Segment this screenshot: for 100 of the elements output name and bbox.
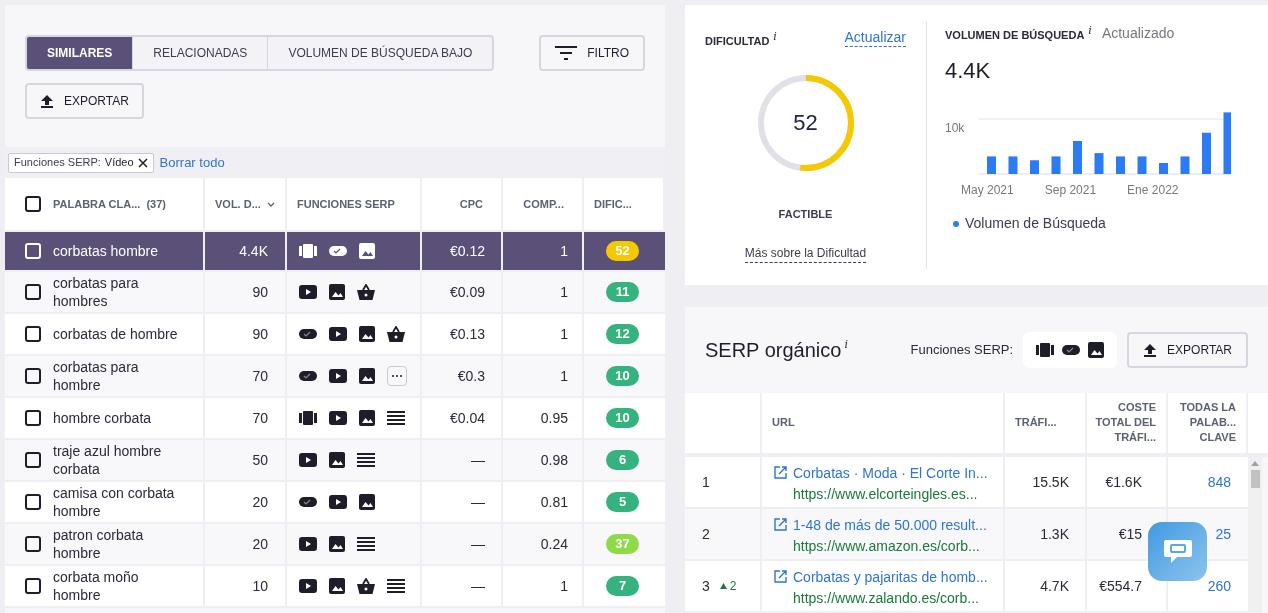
chart-bar — [1094, 153, 1104, 174]
table-row[interactable]: patron corbata hombre 20 — 0.24 37 — [5, 524, 665, 566]
checkbox[interactable] — [25, 196, 41, 212]
pill-check-icon — [299, 497, 317, 507]
traffic-cost-cell-text: €554.7 — [1099, 576, 1142, 596]
checkbox[interactable] — [25, 410, 41, 426]
column-header[interactable]: FUNCIONES SERP — [287, 178, 422, 230]
column-header[interactable]: DIFIC... — [584, 178, 665, 230]
keyword-text[interactable]: corbata moño hombre — [53, 568, 178, 604]
update-link[interactable]: Actualizar — [844, 29, 906, 47]
traffic-cost-cell-text: €1.6K — [1105, 472, 1142, 492]
volume-title: VOLUMEN DE BÚSQUEDA — [945, 28, 1085, 43]
scrollbar[interactable] — [1248, 457, 1262, 613]
volume-cell-text: 20 — [252, 492, 268, 512]
chip-value: Vídeo — [104, 155, 134, 171]
keyword-text[interactable]: corbatas de hombre — [53, 325, 178, 343]
difficulty-verdict: FACTIBLE — [778, 206, 833, 222]
keywords-count-link[interactable]: 848 — [1207, 471, 1231, 493]
column-title: DIFIC... — [594, 196, 632, 212]
info-icon[interactable]: i — [1088, 23, 1092, 40]
checkbox[interactable] — [25, 326, 41, 342]
difficulty-badge: 7 — [606, 576, 639, 596]
pill-check-icon — [299, 329, 317, 339]
tab[interactable]: SIMILARES — [27, 37, 133, 69]
checkbox[interactable] — [25, 578, 41, 594]
column-header[interactable]: VOL. D... — [205, 178, 287, 230]
external-link-icon[interactable] — [774, 466, 787, 479]
external-link-icon[interactable] — [774, 518, 787, 531]
info-icon[interactable]: i — [773, 29, 777, 46]
chart-bar — [1051, 156, 1061, 174]
difficulty-title: DIFICULTAD — [705, 34, 770, 49]
checkbox[interactable] — [25, 368, 41, 384]
keyword-text[interactable]: patron corbata hombre — [53, 526, 178, 562]
traffic-cell-text: 15.5K — [1032, 472, 1069, 492]
pill-check-icon — [329, 246, 347, 256]
more-about-link[interactable]: Más sobre la Dificultad — [744, 244, 867, 263]
column-header[interactable]: TODAS LA PALAB... CLAVE — [1168, 400, 1236, 446]
more-button[interactable] — [387, 366, 407, 386]
position-cell-text: 2 — [702, 524, 710, 544]
cpc-cell-text: — — [471, 576, 485, 596]
result-title-link[interactable]: Corbatas y pajaritas de homb... — [793, 567, 988, 587]
competition-cell-text: 0.95 — [540, 408, 568, 428]
column-header[interactable]: URL — [772, 415, 795, 431]
column-title: CPC — [459, 196, 483, 212]
cpc-cell-text: €0.13 — [449, 324, 485, 344]
table-row[interactable]: corbatas para hombres 90 €0.09 1 11 — [5, 272, 665, 314]
keyword-text[interactable]: traje azul hombre corbata — [53, 442, 178, 478]
table-row[interactable]: corbata moño hombre 10 — 1 7 — [5, 566, 665, 608]
keyword-text[interactable]: camisa con corbata hombre — [53, 484, 178, 520]
tab[interactable]: VOLUMEN DE BÚSQUEDA BAJO — [267, 37, 493, 69]
volume-cell-text: 90 — [252, 324, 268, 344]
keyword-text[interactable]: corbatas hombre — [53, 242, 159, 260]
sort-caret-icon — [266, 201, 275, 207]
result-title-link[interactable]: 1-48 de más de 50.000 result... — [793, 515, 987, 535]
difficulty-badge: 12 — [606, 324, 639, 344]
keyword-text[interactable]: corbatas para hombres — [53, 274, 178, 310]
table-row[interactable]: corbatas para hombre 70 €0.3 1 10 — [5, 356, 665, 398]
column-title: VOL. D... — [215, 196, 261, 212]
info-icon[interactable]: i — [844, 337, 848, 354]
cpc-cell-text: — — [471, 534, 485, 554]
scrollbar-thumb[interactable] — [1250, 470, 1260, 488]
external-link-icon[interactable] — [774, 570, 787, 583]
export-button[interactable]: EXPORTAR — [25, 83, 144, 119]
column-header[interactable]: PALABRA CLA... (37) — [5, 178, 205, 230]
list-icon — [357, 537, 375, 551]
keyword-text[interactable]: hombre corbata — [53, 409, 152, 427]
table-row[interactable]: camisa con corbata hombre 20 — 0.81 5 — [5, 482, 665, 524]
column-header[interactable]: COSTE TOTAL DEL TRÁFI... — [1087, 400, 1156, 446]
keywords-count-link[interactable]: 25 — [1215, 523, 1231, 545]
column-header[interactable]: COMP... — [503, 178, 584, 230]
table-row[interactable]: hombre corbata 70 €0.04 0.95 10 — [5, 398, 665, 440]
table-row[interactable]: traje azul hombre corbata 50 — 0.98 6 — [5, 440, 665, 482]
volume-cell-text: 70 — [252, 366, 268, 386]
video-icon — [329, 327, 347, 341]
table-row[interactable]: corbatas de hombre 90 €0.13 1 12 — [5, 314, 665, 356]
export-button[interactable]: EXPORTAR — [1127, 331, 1248, 368]
keywords-count-link[interactable]: 260 — [1207, 575, 1231, 597]
clear-all-link[interactable]: Borrar todo — [159, 152, 225, 173]
table-row[interactable]: corbatas hombre 4.4K €0.12 1 52 — [5, 232, 665, 272]
filter-chip[interactable]: Funciones SERP: Vídeo — [8, 152, 154, 173]
chat-button[interactable] — [1148, 522, 1207, 581]
checkbox[interactable] — [25, 284, 41, 300]
basket-icon — [357, 578, 375, 594]
filter-button[interactable]: FILTRO — [539, 35, 645, 71]
x-axis-label: Sep 2021 — [1044, 182, 1097, 199]
tab[interactable]: RELACIONADAS — [132, 37, 268, 69]
volume-cell-text: 50 — [252, 450, 268, 470]
close-icon[interactable] — [137, 157, 148, 168]
cpc-cell-text: — — [471, 450, 485, 470]
result-title-link[interactable]: Corbatas · Moda · El Corte In... — [793, 463, 988, 483]
keyword-text[interactable]: corbatas para hombre — [53, 358, 178, 394]
volume-cell-text: 70 — [252, 408, 268, 428]
upload-icon — [40, 94, 54, 108]
serp-features-label: Funciones SERP: — [910, 341, 1014, 360]
cpc-cell-text: €0.09 — [449, 282, 485, 302]
checkbox[interactable] — [25, 452, 41, 468]
checkbox[interactable] — [25, 494, 41, 510]
column-header[interactable]: TRÁFI... — [1015, 415, 1057, 431]
column-header[interactable]: CPC — [422, 178, 503, 230]
checkbox[interactable] — [25, 536, 41, 552]
